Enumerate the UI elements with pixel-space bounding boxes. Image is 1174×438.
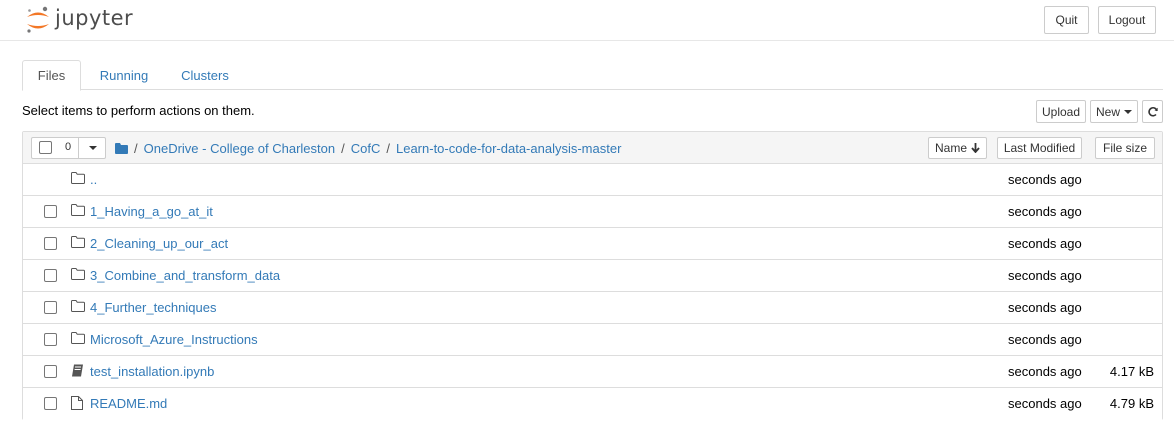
table-row[interactable]: 4_Further_techniques seconds ago: [23, 292, 1162, 324]
breadcrumb-separator: /: [386, 140, 390, 156]
row-checkbox[interactable]: [44, 301, 57, 314]
refresh-icon: [1147, 106, 1158, 117]
item-name-link[interactable]: 2_Cleaning_up_our_act: [90, 236, 228, 251]
item-last-modified: seconds ago: [1008, 268, 1082, 283]
item-file-size: 4.79 kB: [1109, 396, 1154, 411]
notebook-icon: [71, 364, 84, 380]
table-row[interactable]: README.md seconds ago 4.79 kB: [23, 388, 1162, 420]
tab-running[interactable]: Running: [86, 60, 162, 90]
folder-icon: [71, 204, 85, 219]
breadcrumb-separator: /: [134, 140, 138, 156]
folder-icon: [71, 268, 85, 283]
table-row[interactable]: Microsoft_Azure_Instructions seconds ago: [23, 324, 1162, 356]
header-bar: jupyter Quit Logout: [0, 0, 1174, 41]
jupyter-logo[interactable]: jupyter: [25, 4, 140, 36]
item-last-modified: seconds ago: [1008, 172, 1082, 187]
new-dropdown-button[interactable]: New: [1090, 100, 1138, 123]
breadcrumb: / OneDrive - College of Charleston / Cof…: [115, 139, 621, 157]
breadcrumb-current-folder[interactable]: Learn-to-code-for-data-analysis-master: [396, 141, 621, 156]
jupyter-logo-icon: [27, 6, 49, 33]
item-name-link[interactable]: Microsoft_Azure_Instructions: [90, 332, 258, 347]
item-name-link[interactable]: ..: [90, 172, 97, 187]
tab-bar: Files Running Clusters: [22, 60, 1163, 91]
breadcrumb-separator: /: [341, 140, 345, 156]
table-row[interactable]: 2_Cleaning_up_our_act seconds ago: [23, 228, 1162, 260]
arrow-down-icon: [971, 143, 980, 153]
folder-icon: [71, 172, 85, 187]
item-last-modified: seconds ago: [1008, 236, 1082, 251]
item-name-link[interactable]: 1_Having_a_go_at_it: [90, 204, 213, 219]
caret-down-icon: [89, 146, 97, 150]
sort-by-name-button[interactable]: Name: [928, 137, 987, 159]
select-menu-toggle[interactable]: [79, 138, 105, 158]
table-row[interactable]: 1_Having_a_go_at_it seconds ago: [23, 196, 1162, 228]
parent-directory-row[interactable]: .. seconds ago: [23, 164, 1162, 196]
tab-files[interactable]: Files: [22, 60, 81, 91]
row-checkbox[interactable]: [44, 205, 57, 218]
sort-by-size-button[interactable]: File size: [1095, 137, 1155, 159]
breadcrumb-cofc[interactable]: CofC: [351, 141, 381, 156]
select-all-control[interactable]: 0: [32, 138, 79, 158]
folder-icon: [71, 236, 85, 251]
row-checkbox[interactable]: [44, 237, 57, 250]
folder-icon: [71, 300, 85, 315]
new-label: New: [1095, 104, 1120, 119]
item-file-size: 4.17 kB: [1109, 364, 1154, 379]
row-checkbox[interactable]: [44, 397, 57, 410]
breadcrumb-onedrive[interactable]: OneDrive - College of Charleston: [144, 141, 335, 156]
file-list: 0 / OneDrive - College of Charleston / C…: [22, 131, 1163, 420]
refresh-button[interactable]: [1142, 100, 1163, 123]
file-icon: [71, 396, 83, 413]
quit-button[interactable]: Quit: [1044, 6, 1089, 34]
item-last-modified: seconds ago: [1008, 332, 1082, 347]
folder-icon[interactable]: [115, 142, 128, 154]
logo-text: jupyter: [55, 6, 134, 30]
item-name-link[interactable]: 4_Further_techniques: [90, 300, 216, 315]
selected-count: 0: [65, 141, 72, 153]
selection-hint: Select items to perform actions on them.: [22, 103, 255, 118]
row-checkbox[interactable]: [44, 333, 57, 346]
item-last-modified: seconds ago: [1008, 396, 1082, 411]
sort-name-label: Name: [934, 141, 967, 155]
select-all-checkbox[interactable]: [39, 141, 52, 154]
tab-clusters[interactable]: Clusters: [170, 60, 240, 90]
caret-down-icon: [1124, 109, 1132, 114]
logout-button[interactable]: Logout: [1098, 6, 1156, 34]
sort-by-modified-button[interactable]: Last Modified: [997, 137, 1082, 159]
row-checkbox[interactable]: [44, 365, 57, 378]
item-last-modified: seconds ago: [1008, 300, 1082, 315]
item-last-modified: seconds ago: [1008, 204, 1082, 219]
item-name-link[interactable]: test_installation.ipynb: [90, 364, 214, 379]
item-name-link[interactable]: 3_Combine_and_transform_data: [90, 268, 280, 283]
table-row[interactable]: test_installation.ipynb seconds ago 4.17 k…: [23, 356, 1162, 388]
file-list-header: 0 / OneDrive - College of Charleston / C…: [23, 132, 1162, 164]
row-checkbox[interactable]: [44, 269, 57, 282]
select-all-group: 0: [31, 137, 106, 159]
item-name-link[interactable]: README.md: [90, 396, 167, 411]
upload-button[interactable]: Upload: [1036, 100, 1086, 123]
table-row[interactable]: 3_Combine_and_transform_data seconds ago: [23, 260, 1162, 292]
folder-icon: [71, 332, 85, 347]
item-last-modified: seconds ago: [1008, 364, 1082, 379]
